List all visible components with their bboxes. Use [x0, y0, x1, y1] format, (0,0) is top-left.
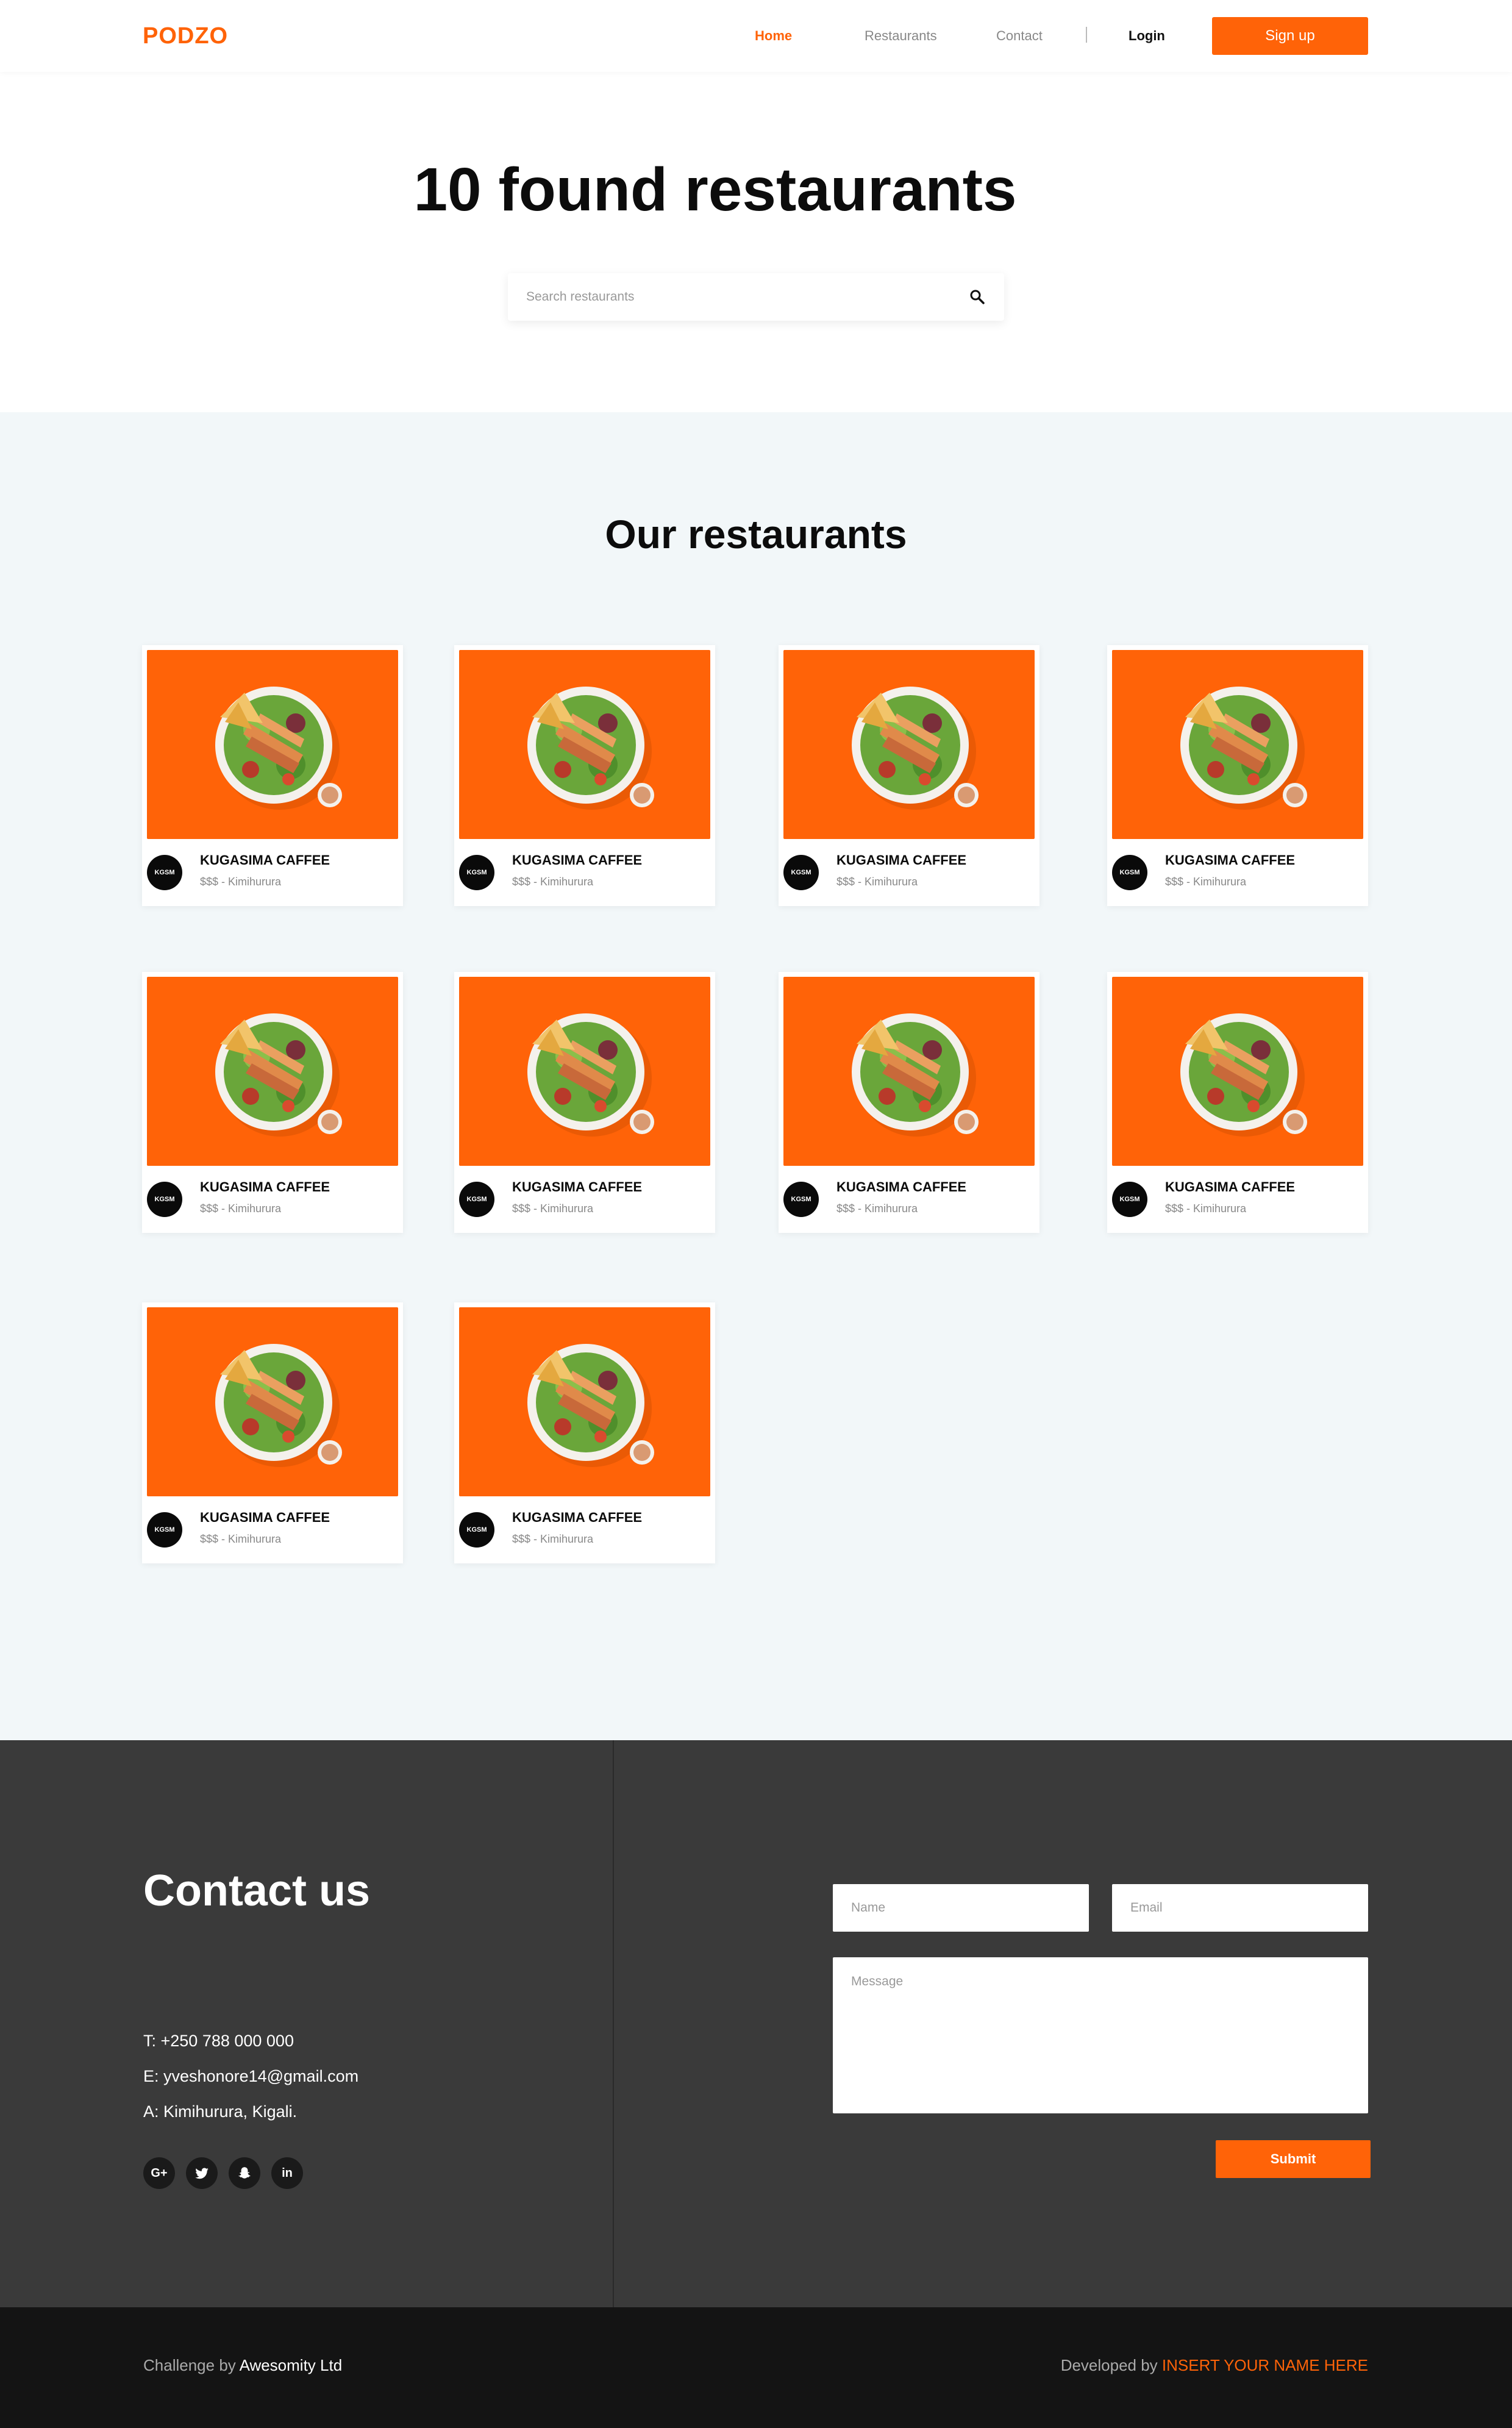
- restaurant-image: [147, 977, 398, 1166]
- restaurant-card[interactable]: KGSM KUGASIMA CAFFEE $$$ - Kimihurura: [454, 1302, 715, 1563]
- section-title: Our restaurants: [605, 512, 907, 557]
- restaurant-avatar: KGSM: [1112, 1182, 1147, 1217]
- restaurant-name[interactable]: KUGASIMA CAFFEE: [1165, 852, 1295, 868]
- email-field[interactable]: [1112, 1884, 1368, 1932]
- restaurant-avatar: KGSM: [147, 855, 182, 890]
- restaurant-card[interactable]: KGSM KUGASIMA CAFFEE $$$ - Kimihurura: [142, 1302, 403, 1563]
- restaurant-meta: $$$ - Kimihurura: [836, 1202, 918, 1215]
- footer-developer-prefix: Developed by: [1060, 2356, 1158, 2374]
- footer-credit: Challenge by Awesomity Ltd: [143, 2356, 342, 2375]
- restaurant-avatar: KGSM: [783, 855, 819, 890]
- restaurant-card[interactable]: KGSM KUGASIMA CAFFEE $$$ - Kimihurura: [454, 972, 715, 1233]
- linkedin-icon[interactable]: in: [271, 2157, 303, 2189]
- restaurant-image: [147, 1307, 398, 1496]
- search-bar: [508, 273, 1004, 321]
- restaurant-meta: $$$ - Kimihurura: [200, 876, 282, 888]
- footer-company[interactable]: Awesomity Ltd: [240, 2356, 343, 2374]
- restaurant-name[interactable]: KUGASIMA CAFFEE: [836, 852, 966, 868]
- twitter-icon[interactable]: [186, 2157, 218, 2189]
- restaurant-meta: $$$ - Kimihurura: [1165, 876, 1247, 888]
- restaurant-image: [1112, 977, 1363, 1166]
- restaurant-image: [783, 977, 1035, 1166]
- nav-divider: [1086, 27, 1087, 43]
- name-field[interactable]: [833, 1884, 1089, 1932]
- contact-divider: [613, 1740, 614, 2307]
- restaurant-meta: $$$ - Kimihurura: [200, 1533, 282, 1545]
- page-title: 10 found restaurants: [413, 155, 1017, 224]
- restaurant-avatar: KGSM: [459, 855, 494, 890]
- footer-developer: Developed by INSERT YOUR NAME HERE: [1061, 2356, 1368, 2375]
- restaurant-image: [147, 650, 398, 839]
- restaurant-name[interactable]: KUGASIMA CAFFEE: [836, 1179, 966, 1195]
- restaurant-name[interactable]: KUGASIMA CAFFEE: [200, 1179, 330, 1195]
- restaurant-meta: $$$ - Kimihurura: [512, 1533, 594, 1545]
- restaurant-name[interactable]: KUGASIMA CAFFEE: [512, 1510, 642, 1526]
- contact-address: A: Kimihurura, Kigali.: [143, 2102, 298, 2121]
- nav-link-home[interactable]: Home: [755, 28, 792, 44]
- restaurant-avatar: KGSM: [459, 1182, 494, 1217]
- restaurant-card[interactable]: KGSM KUGASIMA CAFFEE $$$ - Kimihurura: [142, 645, 403, 906]
- footer-developer-name[interactable]: INSERT YOUR NAME HERE: [1162, 2356, 1368, 2374]
- restaurant-meta: $$$ - Kimihurura: [200, 1202, 282, 1215]
- restaurant-avatar: KGSM: [783, 1182, 819, 1217]
- top-navbar: PODZO Home Restaurants Contact Login Sig…: [0, 0, 1512, 72]
- contact-title: Contact us: [143, 1866, 371, 1915]
- restaurant-meta: $$$ - Kimihurura: [512, 876, 594, 888]
- search-input[interactable]: [526, 283, 947, 311]
- restaurant-card[interactable]: KGSM KUGASIMA CAFFEE $$$ - Kimihurura: [1107, 972, 1368, 1233]
- contact-section: Contact us T: +250 788 000 000 E: yvesho…: [0, 1740, 1512, 2307]
- restaurant-image: [783, 650, 1035, 839]
- restaurant-name[interactable]: KUGASIMA CAFFEE: [200, 1510, 330, 1526]
- message-field[interactable]: [833, 1957, 1368, 2113]
- login-link[interactable]: Login: [1129, 28, 1165, 44]
- restaurant-name[interactable]: KUGASIMA CAFFEE: [1165, 1179, 1295, 1195]
- signup-button[interactable]: Sign up: [1212, 17, 1368, 55]
- restaurant-card[interactable]: KGSM KUGASIMA CAFFEE $$$ - Kimihurura: [779, 972, 1040, 1233]
- snapchat-icon[interactable]: [229, 2157, 260, 2189]
- restaurant-name[interactable]: KUGASIMA CAFFEE: [512, 1179, 642, 1195]
- restaurant-meta: $$$ - Kimihurura: [1165, 1202, 1247, 1215]
- restaurant-card[interactable]: KGSM KUGASIMA CAFFEE $$$ - Kimihurura: [779, 645, 1040, 906]
- restaurant-image: [1112, 650, 1363, 839]
- restaurant-avatar: KGSM: [1112, 855, 1147, 890]
- nav-link-contact[interactable]: Contact: [996, 28, 1043, 44]
- footer-credit-prefix: Challenge by: [143, 2356, 236, 2374]
- restaurant-meta: $$$ - Kimihurura: [836, 876, 918, 888]
- search-icon[interactable]: [968, 288, 986, 306]
- footer: Challenge by Awesomity Ltd Developed by …: [0, 2307, 1512, 2428]
- logo[interactable]: PODZO: [143, 23, 228, 49]
- restaurant-card[interactable]: KGSM KUGASIMA CAFFEE $$$ - Kimihurura: [1107, 645, 1368, 906]
- restaurant-avatar: KGSM: [147, 1182, 182, 1217]
- nav-link-restaurants[interactable]: Restaurants: [865, 28, 937, 44]
- submit-button[interactable]: Submit: [1216, 2140, 1371, 2178]
- contact-email[interactable]: E: yveshonore14@gmail.com: [143, 2067, 358, 2086]
- restaurant-image: [459, 650, 710, 839]
- restaurant-image: [459, 977, 710, 1166]
- restaurant-image: [459, 1307, 710, 1496]
- contact-phone: T: +250 788 000 000: [143, 2032, 294, 2050]
- restaurant-card[interactable]: KGSM KUGASIMA CAFFEE $$$ - Kimihurura: [142, 972, 403, 1233]
- restaurant-name[interactable]: KUGASIMA CAFFEE: [512, 852, 642, 868]
- restaurant-meta: $$$ - Kimihurura: [512, 1202, 594, 1215]
- restaurant-avatar: KGSM: [459, 1512, 494, 1548]
- restaurant-card[interactable]: KGSM KUGASIMA CAFFEE $$$ - Kimihurura: [454, 645, 715, 906]
- restaurant-name[interactable]: KUGASIMA CAFFEE: [200, 852, 330, 868]
- google-plus-icon[interactable]: G+: [143, 2157, 175, 2189]
- restaurants-section: Our restaurants KGSM KUGASIMA CAFFEE $$$…: [0, 412, 1512, 1740]
- restaurant-avatar: KGSM: [147, 1512, 182, 1548]
